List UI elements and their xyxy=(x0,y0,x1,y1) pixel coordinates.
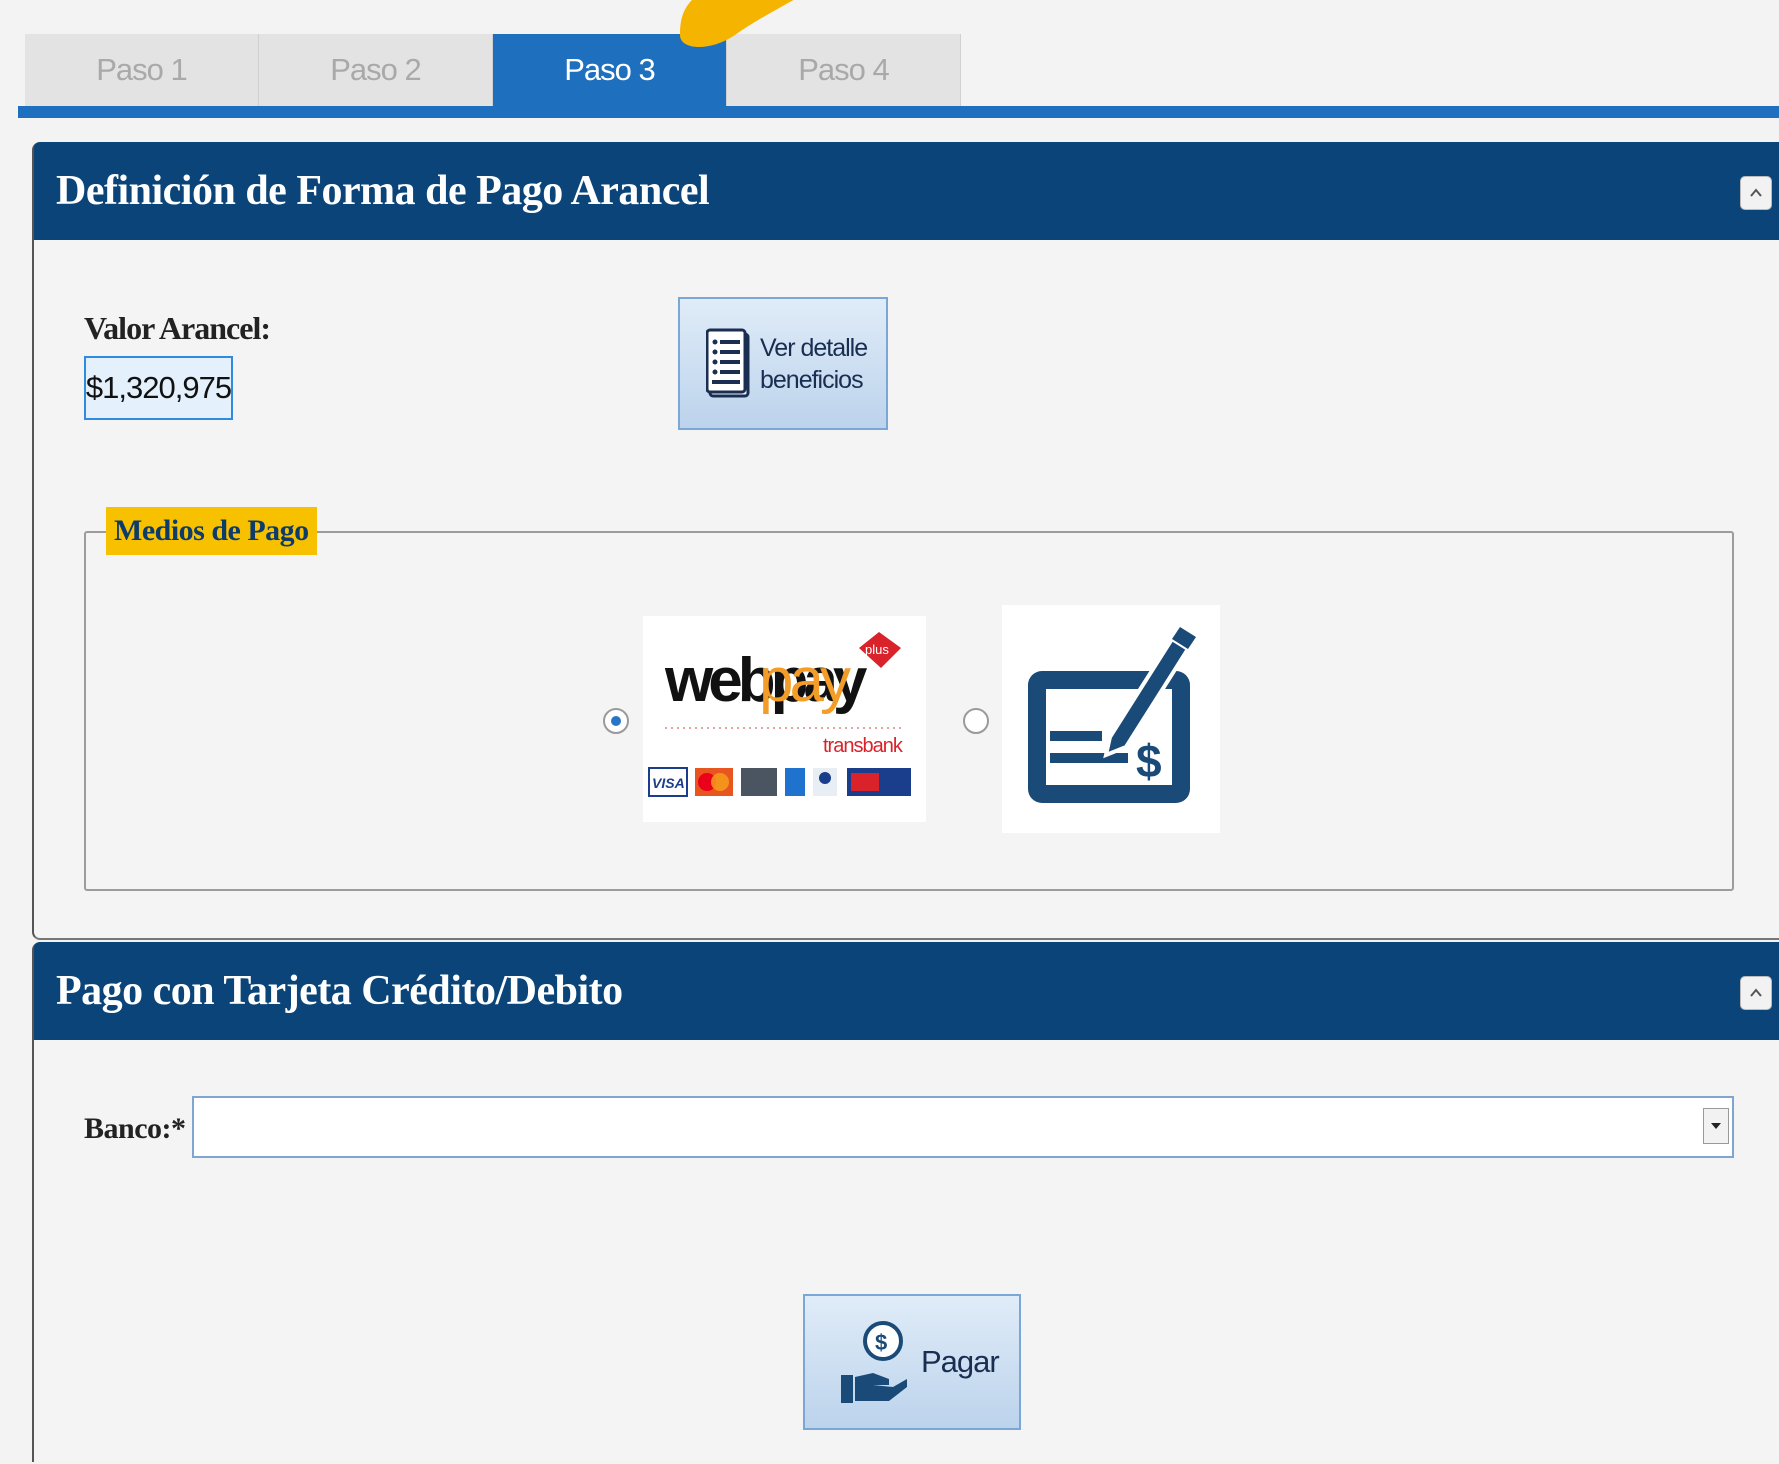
panel-header-forma-pago: Definición de Forma de Pago Arancel xyxy=(34,142,1779,240)
pagar-label: Pagar xyxy=(921,1344,1000,1379)
svg-text:pay: pay xyxy=(759,646,851,715)
svg-text:$: $ xyxy=(1136,735,1162,787)
tab-paso-2[interactable]: Paso 2 xyxy=(259,34,493,106)
document-list-icon xyxy=(706,328,750,397)
collapse-button-tarjeta[interactable] xyxy=(1740,976,1772,1010)
panel-title-forma-pago: Definición de Forma de Pago Arancel xyxy=(56,168,710,214)
svg-text:transbank: transbank xyxy=(823,735,904,757)
webpay-plus-logo-graphic: webpay pay plus transbank VISA xyxy=(648,632,911,797)
cheque-logo[interactable]: $ xyxy=(1002,605,1220,833)
dropdown-arrow-icon[interactable] xyxy=(1703,1108,1729,1144)
webpay-logo[interactable]: webpay pay plus transbank VISA xyxy=(643,616,926,822)
step-tabs: Paso 1 Paso 2 Paso 3 Paso 4 xyxy=(25,34,961,106)
tab-underline xyxy=(18,106,1779,118)
svg-text:$: $ xyxy=(875,1330,887,1355)
tab-paso-1[interactable]: Paso 1 xyxy=(25,34,259,106)
check-pen-icon: $ xyxy=(1028,627,1196,803)
tab-paso-4[interactable]: Paso 4 xyxy=(727,34,961,106)
radio-cheque[interactable] xyxy=(963,708,989,734)
chevron-up-icon xyxy=(1750,988,1762,997)
tab-paso-3[interactable]: Paso 3 xyxy=(493,34,727,106)
panel-title-tarjeta: Pago con Tarjeta Crédito/Debito xyxy=(56,968,623,1014)
collapse-button-forma-pago[interactable] xyxy=(1740,176,1772,210)
ver-detalle-label: Ver detalle beneficios xyxy=(760,333,868,394)
radio-webpay[interactable] xyxy=(603,708,629,734)
medios-de-pago-legend: Medios de Pago xyxy=(106,507,317,555)
pagar-button[interactable]: $ Pagar xyxy=(803,1294,1021,1430)
ver-detalle-beneficios-button[interactable]: Ver detalle beneficios xyxy=(678,297,888,430)
svg-text:plus: plus xyxy=(865,642,889,657)
panel-header-tarjeta: Pago con Tarjeta Crédito/Debito xyxy=(34,942,1779,1040)
valor-arancel-value: $1,320,975 xyxy=(84,356,233,420)
hand-coin-icon: $ xyxy=(841,1321,907,1403)
banco-select[interactable] xyxy=(192,1096,1734,1158)
svg-text:VISA: VISA xyxy=(652,775,685,791)
valor-arancel-label: Valor Arancel: xyxy=(84,310,271,346)
chevron-up-icon xyxy=(1750,188,1762,197)
banco-label: Banco:* xyxy=(84,1112,186,1145)
